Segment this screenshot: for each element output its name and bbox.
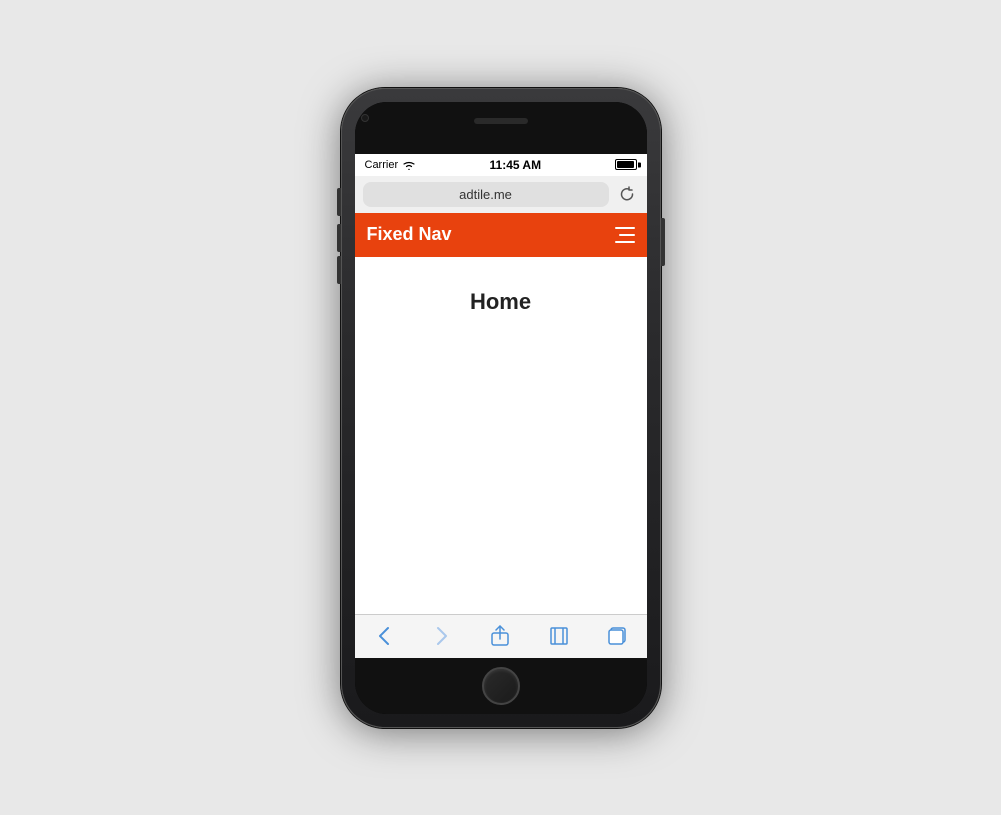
status-time: 11:45 AM [490,158,542,172]
phone-screen: Carrier 11:45 AM adtile.me [355,102,647,714]
battery-fill [617,161,634,168]
hamburger-button[interactable] [603,219,635,251]
wifi-icon [402,160,416,170]
back-icon [378,626,390,646]
bottom-bezel [355,658,647,714]
camera [361,114,369,122]
status-bar: Carrier 11:45 AM [355,154,647,176]
bookmarks-icon [548,625,570,647]
nav-title: Fixed Nav [367,224,452,245]
forward-icon [436,626,448,646]
share-icon [489,625,511,647]
battery-icon [615,159,637,170]
reload-icon [619,186,635,202]
hamburger-line-1 [615,227,635,229]
forward-button[interactable] [427,621,457,651]
reload-button[interactable] [615,182,639,206]
hamburger-line-3 [615,241,635,243]
carrier-label: Carrier [365,159,399,171]
hamburger-line-2 [619,234,635,236]
page-heading: Home [470,289,531,315]
address-bar: adtile.me [355,176,647,213]
home-button[interactable] [482,667,520,705]
tabs-icon [606,625,628,647]
tabs-button[interactable] [602,621,632,651]
status-right [615,159,637,170]
bottom-toolbar [355,614,647,658]
share-button[interactable] [485,621,515,651]
carrier-info: Carrier [365,159,417,171]
speaker [474,118,528,124]
url-field[interactable]: adtile.me [363,182,609,207]
bookmarks-button[interactable] [544,621,574,651]
screen: Carrier 11:45 AM adtile.me [355,154,647,658]
back-button[interactable] [369,621,399,651]
top-bezel [355,102,647,154]
phone-device: Carrier 11:45 AM adtile.me [341,88,661,728]
content-area: Home [355,257,647,614]
nav-bar: Fixed Nav [355,213,647,257]
